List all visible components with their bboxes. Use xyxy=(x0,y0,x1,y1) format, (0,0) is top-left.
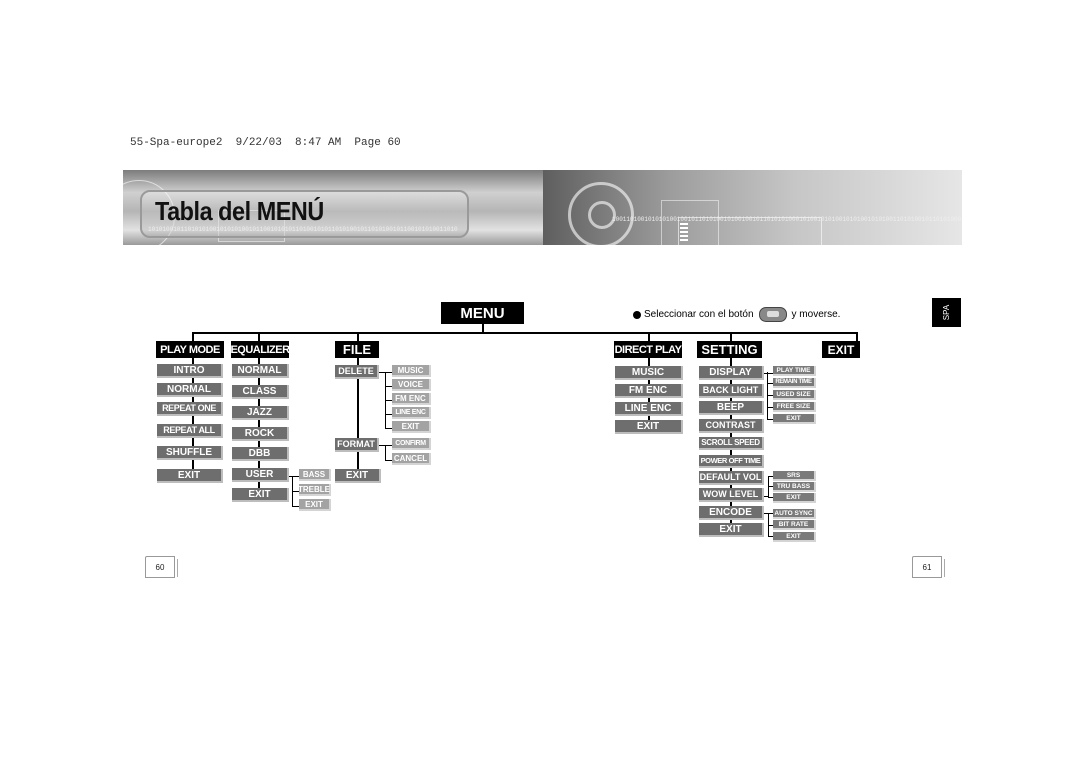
binary-strip-left: 1010100101101010100101010100101100101010… xyxy=(148,226,458,233)
connector xyxy=(385,445,386,461)
equalizer-item[interactable]: CLASS xyxy=(232,385,289,399)
page-number-left: 60 xyxy=(145,556,178,578)
setting-item[interactable]: CONTRAST xyxy=(699,419,764,433)
equalizer-item[interactable]: DBB xyxy=(232,447,289,461)
direct-play-item[interactable]: EXIT xyxy=(615,420,683,434)
delete-sub-item[interactable]: FM ENC xyxy=(392,393,431,405)
direct-play-item[interactable]: LINE ENC xyxy=(615,402,683,416)
delete-sub-item[interactable]: VOICE xyxy=(392,379,431,391)
connector xyxy=(385,414,392,415)
play-mode-item[interactable]: EXIT xyxy=(157,469,223,483)
connector xyxy=(385,386,392,387)
page-number-right: 61 xyxy=(912,556,945,578)
decorative-disc-inner-icon xyxy=(588,201,616,229)
play-mode-item[interactable]: REPEAT ONE xyxy=(157,402,223,416)
wow-sub-item[interactable]: EXIT xyxy=(773,493,816,503)
connector xyxy=(385,428,392,429)
delete-sub-item[interactable]: MUSIC xyxy=(392,365,431,377)
page-title: Tabla del MENÚ xyxy=(155,196,324,226)
direct-play-item[interactable]: MUSIC xyxy=(615,366,683,380)
encode-sub-item[interactable]: EXIT xyxy=(773,532,816,542)
user-sub-item[interactable]: EXIT xyxy=(299,499,331,511)
setting-item[interactable]: ENCODE xyxy=(699,506,764,520)
display-sub-item[interactable]: PLAY TIME xyxy=(773,366,816,376)
file-item[interactable]: EXIT xyxy=(335,469,381,483)
equalizer-item[interactable]: USER xyxy=(232,468,289,482)
setting-item[interactable]: EXIT xyxy=(699,523,764,537)
direct-play-item[interactable]: FM ENC xyxy=(615,384,683,398)
user-sub-item[interactable]: TREBLE xyxy=(298,484,331,496)
display-sub-item[interactable]: USED SIZE xyxy=(773,390,816,400)
menu-exit[interactable]: EXIT xyxy=(822,341,860,358)
play-mode-item[interactable]: SHUFFLE xyxy=(157,446,223,460)
title-banner-right xyxy=(543,170,962,245)
menu-setting[interactable]: SETTING xyxy=(697,341,762,358)
menu-equalizer[interactable]: EQUALIZER xyxy=(230,341,290,358)
equalizer-item[interactable]: NORMAL xyxy=(232,364,289,378)
setting-item[interactable]: BACK LIGHT xyxy=(699,384,764,398)
menu-file[interactable]: FILE xyxy=(335,341,379,358)
binary-strip-right: 1001101001010101001001011010100101001001… xyxy=(612,216,962,223)
menu-direct-play[interactable]: DIRECT PLAY xyxy=(614,341,682,358)
language-tab-label: SPA xyxy=(941,304,951,321)
wow-sub-item[interactable]: TRU BASS xyxy=(773,482,816,492)
connector xyxy=(763,373,773,374)
menu-root[interactable]: MENU xyxy=(441,302,524,324)
file-item[interactable]: FORMAT xyxy=(335,438,379,452)
equalizer-item[interactable]: ROCK xyxy=(232,427,289,441)
note-suffix: y moverse. xyxy=(791,309,841,320)
setting-item[interactable]: DISPLAY xyxy=(699,366,764,380)
format-sub-item[interactable]: CANCEL xyxy=(392,453,431,465)
setting-item[interactable]: DEFAULT VOL xyxy=(699,471,764,485)
bullet-icon xyxy=(633,310,641,319)
connector-main xyxy=(192,332,857,334)
instruction-note: Seleccionar con el botón y moverse. xyxy=(633,307,840,322)
setting-item[interactable]: WOW LEVEL xyxy=(699,488,764,502)
wow-sub-item[interactable]: SRS xyxy=(773,471,816,481)
play-mode-item[interactable]: REPEAT ALL xyxy=(157,424,223,438)
setting-item[interactable]: BEEP xyxy=(699,401,764,415)
setting-item[interactable]: POWER OFF TIME xyxy=(699,455,764,468)
menu-play-mode[interactable]: PLAY MODE xyxy=(156,341,224,358)
equalizer-item[interactable]: JAZZ xyxy=(232,406,289,420)
connector xyxy=(768,476,769,498)
encode-sub-item[interactable]: AUTO SYNC xyxy=(773,509,816,519)
connector xyxy=(385,460,392,461)
display-sub-item[interactable]: REMAIN TIME xyxy=(773,378,816,388)
setting-item[interactable]: SCROLL SPEED xyxy=(699,437,764,450)
display-sub-item[interactable]: FREE SIZE xyxy=(773,402,816,412)
format-sub-item[interactable]: CONFIRM xyxy=(392,438,431,450)
user-sub-item[interactable]: BASS xyxy=(299,469,331,481)
level-meter-icon xyxy=(680,223,688,243)
connector xyxy=(385,400,392,401)
encode-sub-item[interactable]: BIT RATE xyxy=(773,520,816,530)
note-prefix: Seleccionar con el botón xyxy=(644,309,754,320)
play-mode-item[interactable]: INTRO xyxy=(157,364,223,378)
display-sub-item[interactable]: EXIT xyxy=(773,414,816,424)
file-item[interactable]: DELETE xyxy=(335,365,379,379)
delete-sub-item[interactable]: LINE ENC xyxy=(392,407,431,419)
equalizer-item[interactable]: EXIT xyxy=(232,488,289,502)
delete-sub-item[interactable]: EXIT xyxy=(392,421,431,433)
play-mode-item[interactable]: NORMAL xyxy=(157,383,223,397)
jog-button-icon xyxy=(758,307,787,322)
print-header: 55-Spa-europe2 9/22/03 8:47 AM Page 60 xyxy=(130,137,401,149)
language-tab: SPA xyxy=(932,298,961,327)
